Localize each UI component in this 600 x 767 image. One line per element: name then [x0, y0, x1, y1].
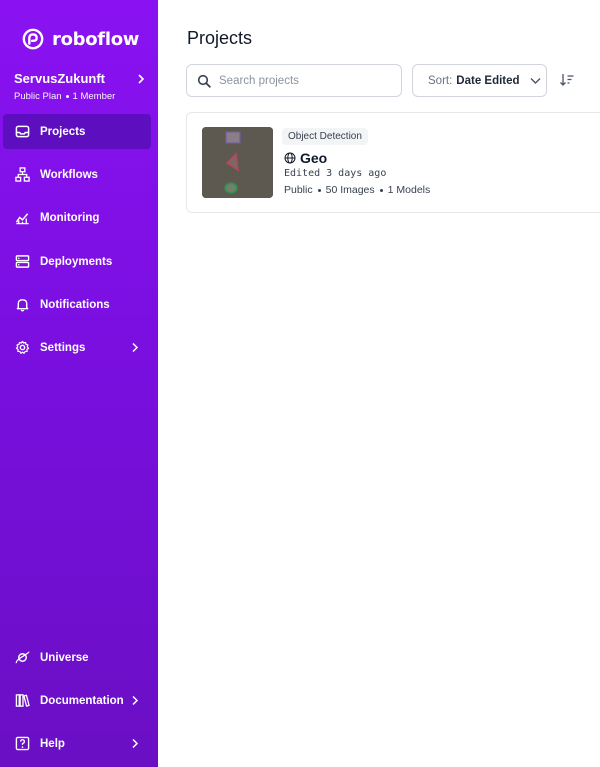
brand[interactable]: roboflow [22, 28, 139, 50]
chevron-right-icon [138, 74, 145, 84]
sidebar-item-documentation[interactable]: Documentation [3, 683, 151, 718]
planet-icon [15, 651, 30, 664]
brand-name: roboflow [52, 28, 140, 50]
sidebar-item-monitoring[interactable]: Monitoring [3, 200, 151, 235]
search-icon [197, 74, 211, 88]
separator-dot [65, 95, 69, 98]
gear-icon [15, 340, 30, 354]
project-thumbnail [202, 127, 273, 198]
workspace-switcher[interactable]: ServusZukunft Public Plan 1 Member [14, 71, 146, 102]
sidebar-item-projects[interactable]: Projects [3, 114, 151, 149]
roboflow-logo-icon [22, 28, 44, 50]
chevron-right-icon [132, 342, 139, 353]
chevron-down-icon [530, 77, 541, 84]
sidebar-item-label: Help [40, 737, 65, 750]
project-title-row: Geo [284, 150, 327, 166]
sidebar-item-label: Monitoring [40, 211, 100, 224]
sidebar-item-notifications[interactable]: Notifications [3, 287, 151, 322]
workspace-name: ServusZukunft [14, 71, 106, 86]
server-icon [15, 255, 30, 268]
thumbnail-image [202, 127, 273, 198]
chevron-right-icon [132, 695, 139, 706]
sidebar-item-label: Workflows [40, 168, 98, 181]
project-visibility: Public [284, 184, 313, 196]
project-name[interactable]: Geo [300, 150, 327, 166]
sidebar-item-label: Notifications [40, 298, 110, 311]
project-type-badge: Object Detection [282, 128, 368, 145]
chart-icon [15, 213, 29, 225]
search-box[interactable] [186, 64, 402, 97]
sidebar: roboflow ServusZukunft Public Plan 1 Mem… [0, 0, 158, 767]
workspace-plan: Public Plan [14, 91, 62, 102]
chevron-right-icon [132, 738, 139, 749]
project-edited: Edited 3 days ago [284, 168, 387, 179]
separator-dot [317, 188, 321, 192]
sidebar-item-label: Settings [40, 341, 86, 354]
project-image-count: 50 Images [325, 184, 375, 196]
sidebar-item-label: Deployments [40, 255, 113, 268]
workspace-meta: Public Plan 1 Member [14, 91, 146, 102]
sort-dropdown[interactable]: Sort: Date Edited [412, 64, 547, 97]
sort-value: Date Edited [456, 74, 520, 87]
books-icon [15, 694, 30, 707]
sidebar-item-label: Universe [40, 651, 89, 664]
page-title: Projects [187, 28, 253, 48]
help-icon [15, 736, 30, 751]
project-meta: Public 50 Images 1 Models [284, 184, 430, 196]
inbox-icon [15, 125, 30, 138]
globe-icon [284, 152, 296, 164]
separator-dot [379, 188, 383, 192]
sidebar-item-universe[interactable]: Universe [3, 640, 151, 675]
sidebar-item-workflows[interactable]: Workflows [3, 157, 151, 192]
bell-icon [16, 299, 29, 312]
workflow-icon [15, 167, 30, 182]
sort-order-icon[interactable] [559, 72, 575, 88]
project-card[interactable]: Object Detection Geo Edited 3 days ago P… [186, 112, 600, 213]
sidebar-item-deployments[interactable]: Deployments [3, 244, 151, 279]
project-model-count: 1 Models [387, 184, 431, 196]
workspace-members: 1 Member [72, 91, 116, 102]
search-input[interactable] [219, 74, 389, 87]
sort-label: Sort: [428, 74, 453, 87]
sidebar-item-label: Documentation [40, 694, 124, 707]
sidebar-item-help[interactable]: Help [3, 726, 151, 761]
sidebar-item-label: Projects [40, 125, 86, 138]
sidebar-item-settings[interactable]: Settings [3, 330, 151, 365]
